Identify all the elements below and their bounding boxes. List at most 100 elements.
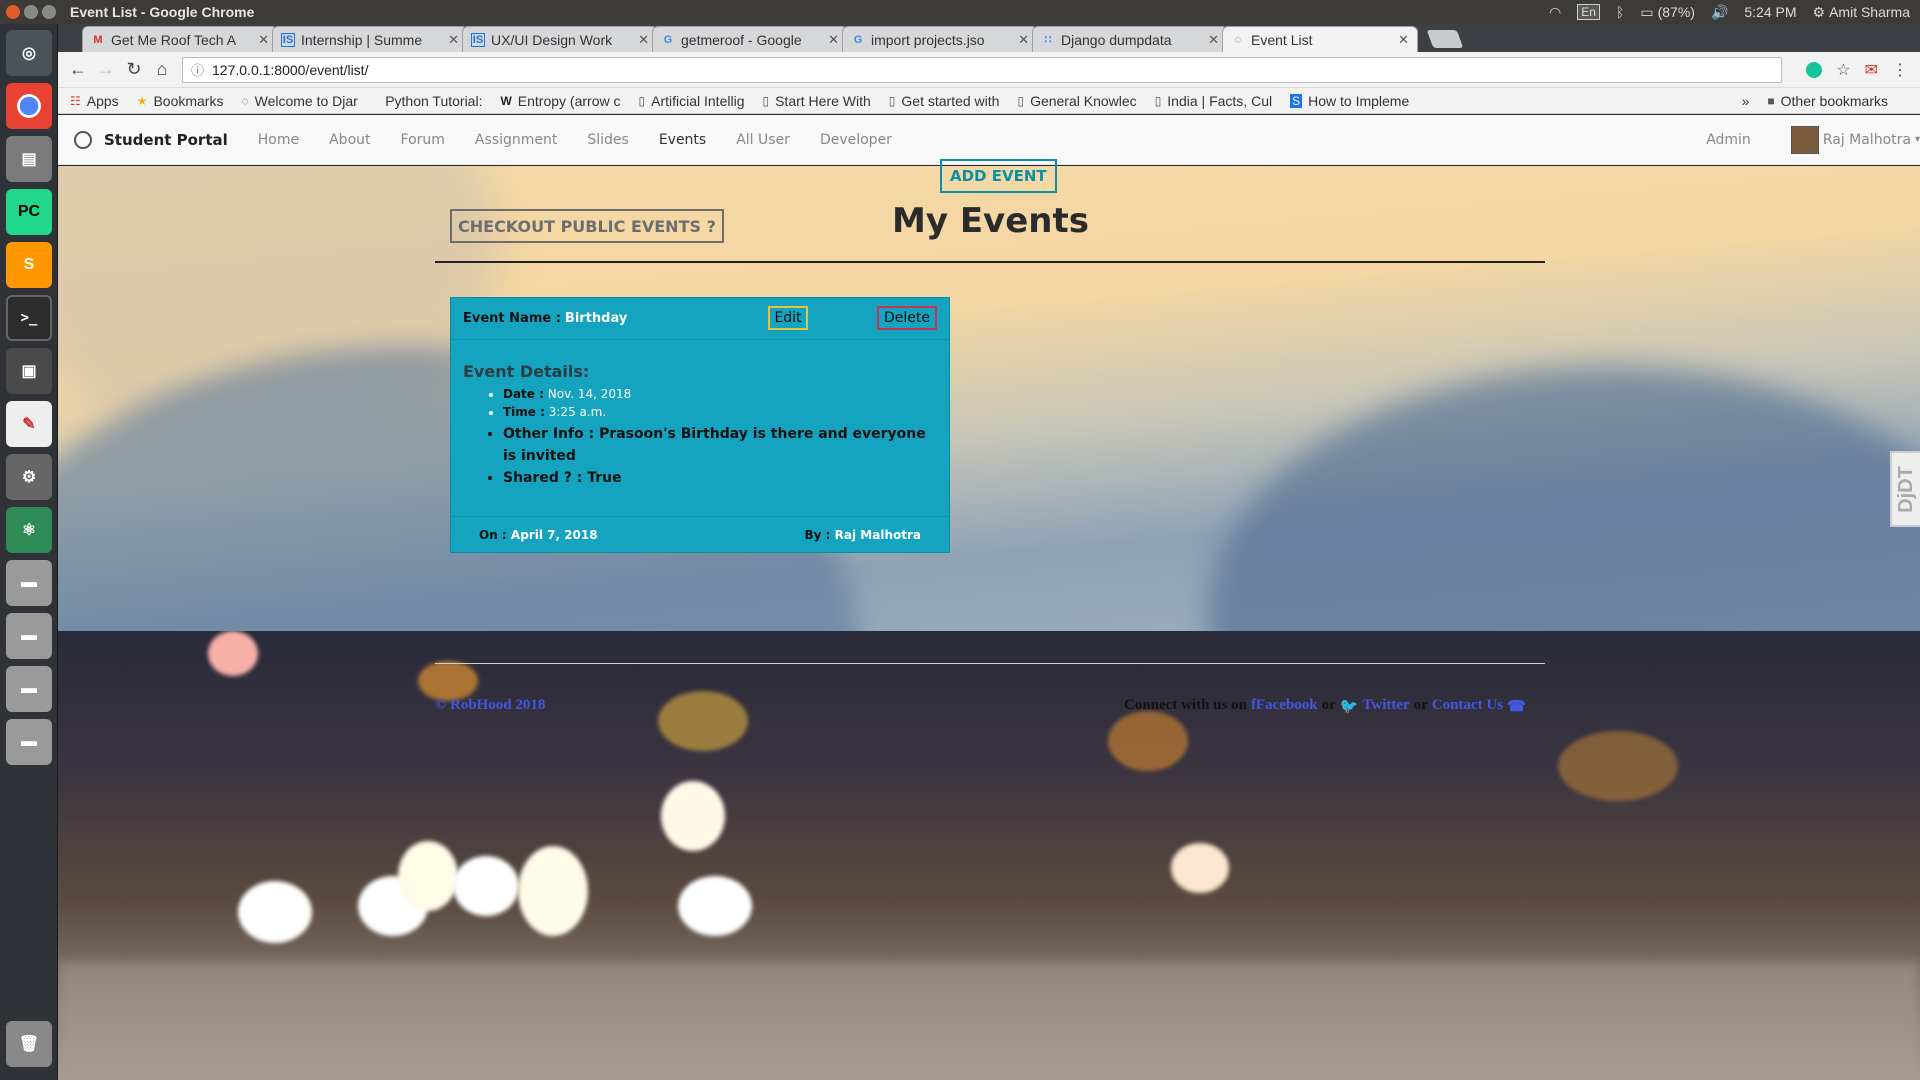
close-tab-icon[interactable]: ✕ bbox=[1398, 32, 1409, 48]
background-mountain bbox=[1208, 366, 1920, 631]
more-bookmarks-button[interactable]: » bbox=[1742, 93, 1750, 109]
clock[interactable]: 5:24 PM bbox=[1744, 4, 1796, 20]
drive-icon[interactable]: ▬ bbox=[6, 613, 52, 659]
keyboard-indicator[interactable]: En bbox=[1577, 4, 1600, 20]
gmail-checker-icon[interactable]: ✉ bbox=[1865, 60, 1878, 80]
drive-icon[interactable]: ▬ bbox=[6, 560, 52, 606]
nav-admin[interactable]: Admin bbox=[1706, 132, 1751, 148]
event-details-title: Event Details: bbox=[463, 362, 590, 381]
facebook-link[interactable]: fFacebook bbox=[1251, 697, 1318, 716]
date-label: Date : bbox=[503, 387, 544, 401]
caret-down-icon[interactable]: ▾ bbox=[1915, 134, 1920, 145]
nav-home[interactable]: Home bbox=[258, 132, 299, 148]
browser-tab[interactable]: G getmeroof - Google ✕ bbox=[652, 26, 848, 52]
internshala-icon: IS bbox=[471, 32, 485, 47]
user-menu[interactable]: ⚙ Amit Sharma bbox=[1813, 4, 1910, 21]
add-event-button[interactable]: ADD EVENT bbox=[940, 159, 1057, 193]
event-name-label: Event Name : bbox=[463, 311, 561, 326]
drive-icon[interactable]: ▬ bbox=[6, 719, 52, 765]
menu-icon[interactable]: ⋮ bbox=[1892, 60, 1908, 80]
bookmark-item[interactable]: ▯ India | Facts, Cul bbox=[1155, 93, 1272, 109]
nav-developer[interactable]: Developer bbox=[820, 132, 892, 148]
close-tab-icon[interactable]: ✕ bbox=[1018, 32, 1029, 48]
bookmark-item[interactable]: ▯ Artificial Intellig bbox=[639, 93, 745, 109]
tab-title: getmeroof - Google bbox=[681, 31, 802, 48]
minimize-window-button[interactable] bbox=[24, 5, 38, 19]
home-icon[interactable]: ⌂ bbox=[148, 56, 176, 84]
wikipedia-icon: W bbox=[500, 93, 512, 108]
bluetooth-icon[interactable]: ᛒ bbox=[1616, 4, 1624, 20]
nav-assignment[interactable]: Assignment bbox=[475, 132, 557, 148]
bookmark-item[interactable]: ▯ General Knowlec bbox=[1017, 93, 1136, 109]
browser-tab-active[interactable]: ◌ Event List ✕ bbox=[1222, 26, 1418, 52]
bookmark-label: Apps bbox=[86, 92, 119, 109]
terminal-icon[interactable]: >_ bbox=[6, 295, 52, 341]
bookmark-item[interactable]: ▯ Start Here With bbox=[762, 93, 870, 109]
bookmark-item[interactable]: Python Tutorial: bbox=[376, 93, 482, 109]
pycharm-icon[interactable]: PC bbox=[6, 189, 52, 235]
info-icon[interactable]: ⓘ bbox=[191, 60, 204, 79]
nav-forum[interactable]: Forum bbox=[401, 132, 445, 148]
bookmark-label: How to Impleme bbox=[1308, 92, 1410, 109]
window-title: Event List - Google Chrome bbox=[70, 4, 255, 20]
star-icon[interactable]: ☆ bbox=[1836, 60, 1850, 80]
dash-icon[interactable]: ◎ bbox=[6, 30, 52, 76]
forward-icon[interactable]: → bbox=[92, 56, 120, 84]
close-tab-icon[interactable]: ✕ bbox=[638, 32, 649, 48]
nav-events[interactable]: Events bbox=[659, 132, 706, 148]
back-icon[interactable]: ← bbox=[64, 56, 92, 84]
contact-link[interactable]: Contact Us bbox=[1432, 697, 1503, 716]
edit-button[interactable]: Edit bbox=[768, 306, 808, 330]
close-tab-icon[interactable]: ✕ bbox=[258, 32, 269, 48]
nav-about[interactable]: About bbox=[329, 132, 370, 148]
bookmark-item[interactable]: W Entropy (arrow c bbox=[500, 93, 620, 109]
files-icon[interactable]: ▤ bbox=[6, 136, 52, 182]
bookmark-apps[interactable]: ☷ Apps bbox=[70, 93, 119, 109]
grammarly-extension-icon[interactable] bbox=[1806, 61, 1823, 78]
bookmark-item[interactable]: S How to Impleme bbox=[1290, 93, 1409, 109]
address-bar[interactable]: ⓘ 127.0.0.1:8000/event/list/ bbox=[182, 56, 1782, 83]
twitter-link[interactable]: Twitter bbox=[1362, 697, 1409, 716]
event-date: Date : Nov. 14, 2018 bbox=[503, 387, 937, 401]
workspace-switcher-icon[interactable]: ▣ bbox=[6, 348, 52, 394]
site-brand[interactable]: Student Portal bbox=[74, 130, 228, 149]
text-editor-icon[interactable]: ✎ bbox=[6, 401, 52, 447]
drive-icon[interactable]: ▬ bbox=[6, 666, 52, 712]
battery-indicator[interactable]: ▭ (87%) bbox=[1640, 4, 1695, 21]
trash-icon[interactable]: 🗑 bbox=[6, 1021, 52, 1067]
twitter-icon[interactable]: 🐦 bbox=[1340, 697, 1359, 716]
close-window-button[interactable] bbox=[6, 5, 20, 19]
delete-button[interactable]: Delete bbox=[877, 306, 937, 330]
user-menu-label[interactable]: Raj Malhotra bbox=[1823, 132, 1911, 148]
checkout-public-events-button[interactable]: CHECKOUT PUBLIC EVENTS ? bbox=[450, 209, 724, 243]
on-value: April 7, 2018 bbox=[510, 527, 598, 542]
wifi-icon[interactable]: ◠ bbox=[1549, 4, 1561, 21]
browser-tab[interactable]: G import projects.jso ✕ bbox=[842, 26, 1038, 52]
avatar[interactable] bbox=[1790, 125, 1819, 154]
bookmark-item[interactable]: ▯ Get started with bbox=[889, 93, 1000, 109]
nav-slides[interactable]: Slides bbox=[587, 132, 628, 148]
browser-tab[interactable]: M Get Me Roof Tech A ✕ bbox=[82, 26, 278, 52]
close-tab-icon[interactable]: ✕ bbox=[1208, 32, 1219, 48]
browser-tab[interactable]: ∷ Django dumpdata ✕ bbox=[1032, 26, 1228, 52]
nav-all-user[interactable]: All User bbox=[736, 132, 790, 148]
bookmark-label: Artificial Intellig bbox=[651, 92, 745, 109]
browser-tab[interactable]: IS Internship | Summe ✕ bbox=[272, 26, 468, 52]
bookmark-item[interactable]: ★ Bookmarks bbox=[137, 93, 224, 109]
volume-icon[interactable]: 🔊 bbox=[1711, 4, 1728, 21]
atom-icon[interactable]: ⚛ bbox=[6, 507, 52, 553]
tab-strip: M Get Me Roof Tech A ✕ IS Internship | S… bbox=[58, 24, 1920, 52]
phone-icon[interactable]: ☎ bbox=[1507, 697, 1526, 716]
settings-icon[interactable]: ⚙ bbox=[6, 454, 52, 500]
django-debug-toolbar-handle[interactable]: DjDT bbox=[1890, 451, 1920, 527]
other-bookmarks[interactable]: ■ Other bookmarks bbox=[1767, 93, 1888, 109]
maximize-window-button[interactable] bbox=[42, 5, 56, 19]
reload-icon[interactable]: ↻ bbox=[120, 56, 148, 84]
browser-tab[interactable]: IS UX/UI Design Work ✕ bbox=[462, 26, 658, 52]
new-tab-button[interactable] bbox=[1426, 30, 1464, 48]
chrome-icon[interactable] bbox=[6, 83, 52, 129]
bookmark-item[interactable]: ◌ Welcome to Djar bbox=[241, 93, 357, 109]
close-tab-icon[interactable]: ✕ bbox=[828, 32, 839, 48]
close-tab-icon[interactable]: ✕ bbox=[448, 32, 459, 48]
sublime-text-icon[interactable]: S bbox=[6, 242, 52, 288]
